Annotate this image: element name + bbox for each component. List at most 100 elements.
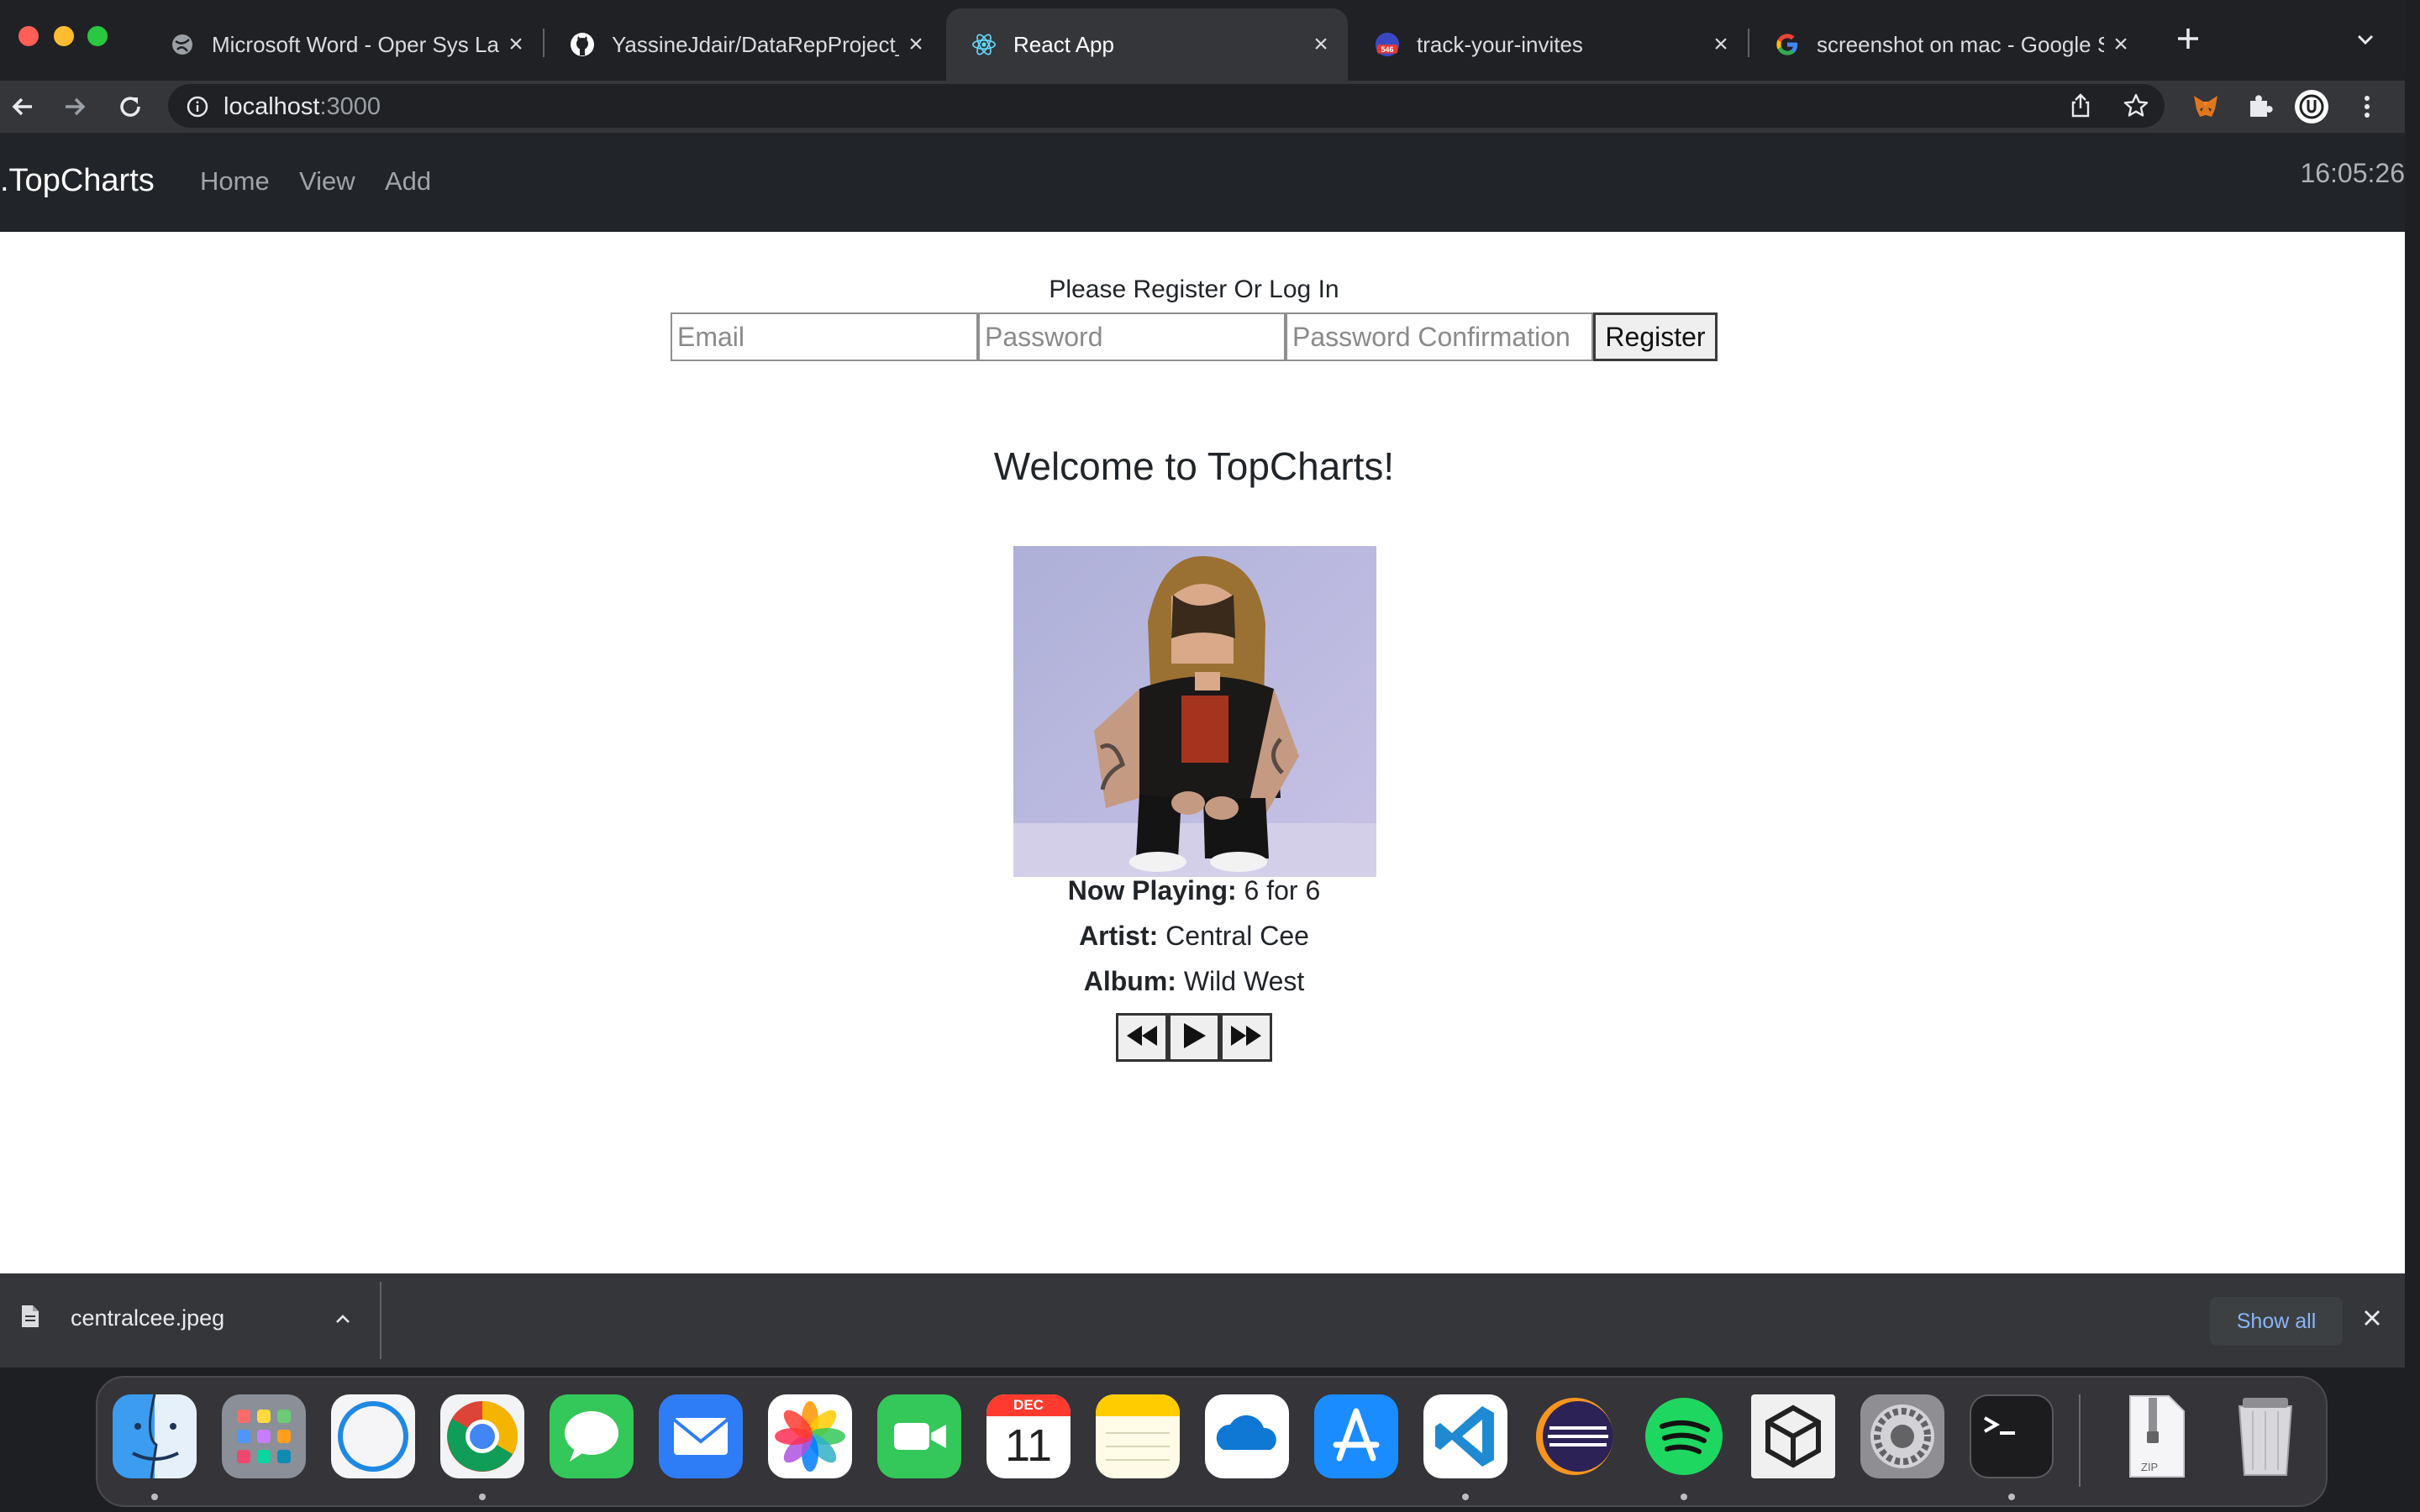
browser-window: Microsoft Word - Oper Sys Lab × YassineJ…: [0, 0, 2405, 1368]
now-playing-value: 6 for 6: [1244, 875, 1321, 906]
calendar-month: DEC: [986, 1394, 1071, 1416]
close-icon[interactable]: [2360, 1305, 2385, 1335]
file-icon: [20, 1304, 40, 1333]
password-input[interactable]: [978, 312, 1286, 361]
mail-icon[interactable]: [659, 1394, 743, 1478]
eclipse-icon[interactable]: [1533, 1394, 1617, 1478]
password-confirmation-input[interactable]: [1286, 312, 1593, 361]
forward-arrow-icon[interactable]: [55, 87, 94, 126]
notes-icon[interactable]: [1096, 1394, 1180, 1478]
play-button[interactable]: [1168, 1013, 1220, 1062]
running-indicator: [151, 1494, 158, 1500]
tab-react-app[interactable]: React App ×: [946, 8, 1348, 81]
finder-icon[interactable]: [113, 1394, 197, 1478]
metamask-fox-icon[interactable]: [2188, 89, 2223, 124]
close-tab-icon[interactable]: ×: [899, 30, 933, 59]
system-preferences-icon[interactable]: [1860, 1394, 1944, 1478]
close-tab-icon[interactable]: ×: [2104, 30, 2138, 59]
photos-icon[interactable]: [768, 1394, 852, 1478]
tab-label: YassineJdair/DataRepProject_C: [612, 31, 899, 57]
calendar-icon[interactable]: DEC 11: [986, 1394, 1071, 1478]
tab-label: track-your-invites: [1417, 31, 1583, 57]
more-menu-icon[interactable]: [2349, 89, 2385, 124]
player-controls: [1116, 1013, 1272, 1062]
close-window-button[interactable]: [18, 26, 39, 46]
album-line: Album: Wild West: [0, 966, 2388, 997]
tab-google-search[interactable]: screenshot on mac - Google Se ×: [1749, 8, 2148, 81]
tab-track-invites[interactable]: 546 track-your-invites ×: [1349, 8, 1748, 81]
plus-icon[interactable]: [2171, 22, 2205, 60]
album-label: Album:: [1083, 966, 1176, 996]
tab-label: screenshot on mac - Google Se: [1817, 31, 2104, 57]
url-port: :3000: [319, 93, 381, 120]
terminal-icon[interactable]: [1970, 1394, 2054, 1478]
minimize-window-button[interactable]: [54, 26, 74, 46]
show-all-button[interactable]: Show all: [2210, 1297, 2343, 1346]
launchpad-icon[interactable]: [222, 1394, 306, 1478]
vscode-icon[interactable]: [1423, 1394, 1507, 1478]
trash-icon[interactable]: [2223, 1394, 2307, 1478]
welcome-heading: Welcome to TopCharts!: [993, 444, 1395, 488]
tab-search-chevron-icon[interactable]: [2353, 27, 2378, 56]
album-value: Wild West: [1183, 966, 1305, 996]
download-file-name: centralcee.jpeg: [71, 1305, 225, 1331]
dock-divider: [2079, 1394, 2081, 1487]
unity-icon[interactable]: [1751, 1394, 1835, 1478]
zoom-window-button[interactable]: [87, 26, 108, 46]
fast-forward-button[interactable]: [1220, 1013, 1272, 1062]
download-item[interactable]: centralcee.jpeg: [20, 1304, 224, 1333]
tab-github[interactable]: YassineJdair/DataRepProject_C ×: [544, 8, 943, 81]
safari-icon[interactable]: [331, 1394, 415, 1478]
divider: [380, 1282, 381, 1359]
chrome-icon[interactable]: [440, 1394, 524, 1478]
nav-link-home[interactable]: Home: [200, 166, 270, 197]
nav-link-view[interactable]: View: [299, 166, 355, 197]
brand-link[interactable]: .TopCharts: [0, 163, 155, 199]
bookmark-star-icon[interactable]: [2123, 92, 2149, 123]
address-bar[interactable]: localhost:3000: [168, 84, 2165, 128]
chevron-up-icon[interactable]: [331, 1307, 355, 1335]
globe-icon: [170, 32, 195, 57]
running-indicator: [1462, 1494, 1469, 1500]
tab-strip: Microsoft Word - Oper Sys Lab × YassineJ…: [0, 0, 2405, 81]
site-info-icon[interactable]: [187, 96, 208, 122]
badge-count: 546: [1381, 45, 1394, 54]
profile-avatar[interactable]: [2294, 89, 2329, 124]
close-tab-icon[interactable]: ×: [499, 30, 533, 59]
register-button[interactable]: Register: [1593, 312, 1718, 361]
google-icon: [1775, 32, 1800, 57]
auth-prompt: Please Register Or Log In: [1049, 276, 1339, 303]
album-cover-image: [1013, 546, 1376, 877]
messages-icon[interactable]: [550, 1394, 634, 1478]
play-icon: [1180, 1021, 1208, 1054]
nav-link-add[interactable]: Add: [385, 166, 431, 197]
facetime-icon[interactable]: [877, 1394, 961, 1478]
zip-label: ZIP: [2141, 1461, 2159, 1473]
github-icon: [570, 32, 595, 57]
rewind-button[interactable]: [1116, 1013, 1168, 1062]
onedrive-icon[interactable]: [1205, 1394, 1289, 1478]
extensions-puzzle-icon[interactable]: [2242, 89, 2277, 124]
url-text: localhost:3000: [224, 93, 381, 121]
counter-badge-icon: 546: [1375, 32, 1400, 57]
artist-line: Artist: Central Cee: [0, 921, 2388, 952]
artist-label: Artist:: [1079, 921, 1159, 951]
running-indicator: [1681, 1494, 1687, 1500]
page-content: Please Register Or Log In Register Welco…: [0, 232, 2405, 1273]
tab-word[interactable]: Microsoft Word - Oper Sys Lab ×: [145, 8, 543, 81]
artist-value: Central Cee: [1165, 921, 1309, 951]
running-indicator: [2008, 1494, 2015, 1500]
share-icon[interactable]: [2067, 92, 2094, 123]
zip-archive-icon[interactable]: ZIP: [2114, 1394, 2198, 1478]
email-input[interactable]: [671, 312, 978, 361]
app-store-icon[interactable]: [1314, 1394, 1398, 1478]
back-arrow-icon[interactable]: [3, 87, 42, 126]
browser-toolbar: localhost:3000: [0, 81, 2405, 133]
app-navbar: .TopCharts Home View Add 16:05:26: [0, 133, 2405, 232]
close-tab-icon[interactable]: ×: [1304, 30, 1338, 59]
close-tab-icon[interactable]: ×: [1704, 30, 1738, 59]
reload-icon[interactable]: [111, 87, 150, 126]
spotify-icon[interactable]: [1642, 1394, 1726, 1478]
running-indicator: [479, 1494, 486, 1500]
fast-forward-icon: [1229, 1023, 1263, 1053]
